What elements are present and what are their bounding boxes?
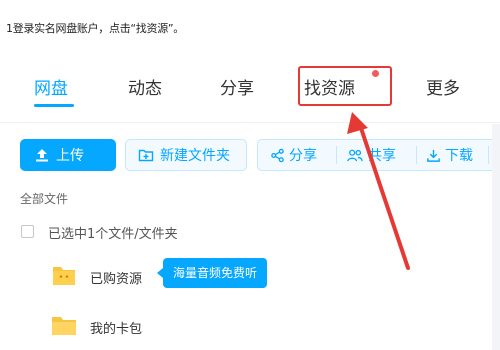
upload-label: 上传 <box>56 148 84 164</box>
file-toolbar: 上传 新建文件夹 分享 共享 下载 <box>0 139 500 173</box>
tab-activity[interactable]: 动态 <box>128 74 162 99</box>
scrollbar-track[interactable] <box>492 124 500 350</box>
new-folder-icon <box>138 149 154 162</box>
active-tab-indicator <box>34 104 74 107</box>
annotation-arrow <box>347 112 410 270</box>
action-button-group: 分享 共享 下载 <box>257 139 500 171</box>
tab-netdisk[interactable]: 网盘 <box>34 74 68 99</box>
breadcrumb-all-files[interactable]: 全部文件 <box>20 190 68 207</box>
file-row[interactable]: 我的卡包 <box>0 310 500 346</box>
notification-dot <box>372 70 379 77</box>
promo-tooltip: 海量音频免费听 <box>156 258 268 288</box>
selection-status: 已选中1个文件/文件夹 <box>48 227 178 242</box>
instruction-text: 1登录实名网盘账户，点击“找资源”。 <box>6 22 184 35</box>
new-folder-button[interactable]: 新建文件夹 <box>125 139 247 171</box>
shared-button[interactable]: 共享 <box>346 140 396 170</box>
new-folder-label: 新建文件夹 <box>160 148 230 164</box>
share-label: 分享 <box>289 148 317 164</box>
group-separator <box>416 146 417 164</box>
users-icon <box>347 149 363 161</box>
top-nav-tabs: 网盘 动态 分享 找资源 更多 <box>0 62 500 112</box>
purchased-folder-icon <box>53 267 75 285</box>
share-button[interactable]: 分享 <box>270 140 317 170</box>
tab-more[interactable]: 更多 <box>426 74 460 99</box>
file-name[interactable]: 已购资源 <box>90 268 142 287</box>
group-separator <box>336 146 337 164</box>
download-button[interactable]: 下载 <box>426 140 473 170</box>
nav-divider <box>0 122 500 123</box>
file-name[interactable]: 我的卡包 <box>90 318 142 337</box>
upload-button[interactable]: 上传 <box>20 139 116 171</box>
upload-icon <box>36 149 48 162</box>
shared-label: 共享 <box>368 148 396 164</box>
download-icon <box>427 149 440 162</box>
share-icon <box>271 148 284 162</box>
tab-share[interactable]: 分享 <box>220 74 254 99</box>
folder-icon <box>52 317 76 335</box>
select-all-checkbox[interactable] <box>21 225 34 238</box>
download-label: 下载 <box>445 148 473 164</box>
group-separator <box>488 146 489 164</box>
